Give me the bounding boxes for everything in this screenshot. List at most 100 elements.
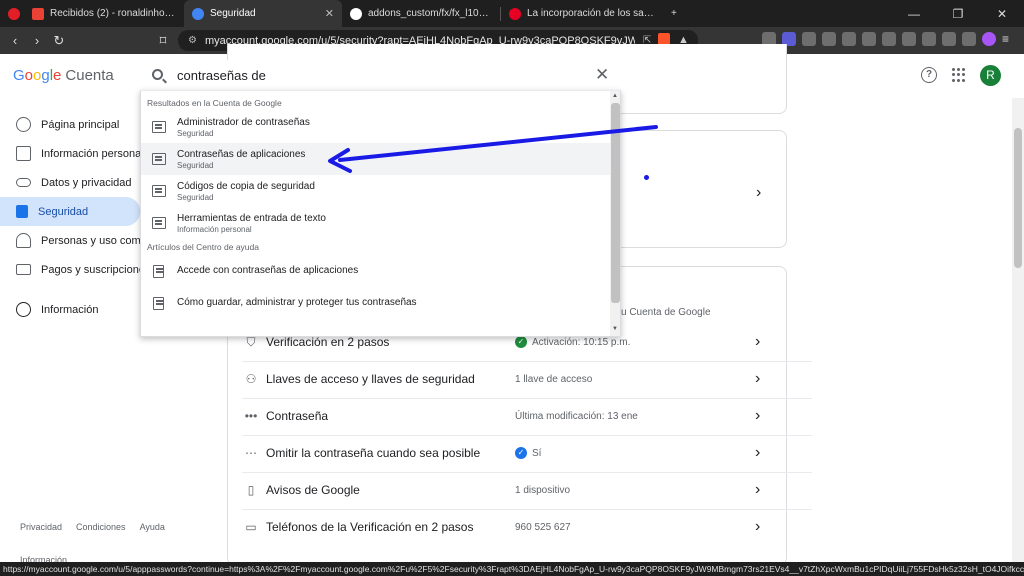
suggestion-subtitle: Información personal	[177, 225, 252, 234]
scroll-up-icon[interactable]: ▲	[612, 93, 618, 99]
chevron-right-icon[interactable]: ›	[756, 184, 761, 202]
suggestion-input-tools[interactable]: Herramientas de entrada de texto Informac…	[141, 207, 620, 239]
article-title: Cómo guardar, administrar y proteger tus…	[177, 297, 417, 308]
back-icon[interactable]: ‹	[4, 33, 26, 48]
extensions-bar: ≡	[762, 32, 1009, 46]
row-passkeys[interactable]: ⚇ Llaves de acceso y llaves de seguridad…	[242, 361, 772, 397]
settings-result-icon	[152, 153, 166, 165]
article-icon	[153, 297, 164, 310]
forward-icon[interactable]: ›	[26, 33, 48, 48]
leo-icon[interactable]	[942, 32, 956, 46]
search-input[interactable]: contraseñas de	[177, 68, 266, 83]
sidebar-item-personal-info[interactable]: Información personal	[0, 139, 140, 168]
row-value-text: Sí	[532, 447, 542, 459]
tab-gmail[interactable]: Recibidos (2) - ronaldinhofarfan3@	[24, 0, 184, 27]
row-password[interactable]: ••• Contraseña Última modificación: 13 e…	[242, 398, 772, 434]
row-skip-password[interactable]: ⋯ Omitir la contraseña cuando sea posibl…	[242, 435, 772, 471]
avatar[interactable]: R	[980, 65, 1001, 86]
chevron-right-icon: ›	[755, 481, 761, 498]
row-value: Última modificación: 13 ene	[515, 410, 638, 422]
row-label: Teléfonos de la Verificación en 2 pasos	[266, 520, 474, 534]
browser-tab-strip: Recibidos (2) - ronaldinhofarfan3@ Segur…	[0, 0, 1024, 27]
suggestion-subtitle: Seguridad	[177, 129, 214, 138]
bookmark-icon[interactable]: ⌑	[152, 33, 174, 49]
site-settings-icon[interactable]: ⚙	[188, 35, 197, 46]
article-app-passwords[interactable]: Accede con contraseñas de aplicaciones	[141, 255, 620, 287]
google-icon	[192, 7, 204, 20]
music-icon[interactable]	[862, 32, 876, 46]
check-circle-icon: ✓	[515, 336, 527, 348]
sidebar-item-label: Datos y privacidad	[41, 176, 132, 189]
suggestions-scrollbar[interactable]: ▲ ▼	[610, 91, 620, 336]
maximize-icon[interactable]: ❐	[936, 7, 980, 21]
new-tab-button[interactable]: +	[663, 0, 687, 27]
search-box[interactable]: contraseñas de ✕	[140, 60, 621, 94]
tab-github[interactable]: addons_custom/fx/fx_l10n_pe_pos_	[342, 0, 500, 27]
wallet-icon[interactable]	[922, 32, 936, 46]
tab-pinterest[interactable]: La incorporación de los saberes dig	[501, 0, 663, 27]
suggestion-title: Herramientas de entrada de texto	[177, 213, 326, 224]
apps-grid-icon[interactable]	[952, 68, 966, 82]
close-window-icon[interactable]: ✕	[980, 7, 1024, 21]
sidebar-item-data-privacy[interactable]: Datos y privacidad	[0, 168, 140, 197]
close-tab-icon[interactable]: ✕	[325, 7, 334, 20]
row-2sv-phones[interactable]: ▭ Teléfonos de la Verificación en 2 paso…	[242, 509, 772, 545]
sidebar-item-about[interactable]: Información	[0, 295, 140, 324]
password-dots-icon: •••	[244, 409, 258, 423]
privacy-link[interactable]: Privacidad	[20, 522, 62, 532]
chevron-right-icon: ›	[755, 407, 761, 424]
page-scrollbar-thumb[interactable]	[1014, 128, 1022, 268]
extension-icon[interactable]	[822, 32, 836, 46]
puzzle-icon[interactable]	[842, 32, 856, 46]
suggestion-app-passwords[interactable]: Contraseñas de aplicaciones Seguridad	[141, 143, 620, 175]
google-account-logo[interactable]: Google Cuenta	[13, 67, 114, 84]
search-icon	[152, 69, 163, 80]
minimize-icon[interactable]: —	[892, 7, 936, 21]
settings-result-icon	[152, 185, 166, 197]
suggestions-scrollbar-thumb[interactable]	[611, 103, 620, 303]
chevron-right-icon: ›	[755, 518, 761, 535]
footer-links: Privacidad Condiciones Ayuda	[20, 522, 165, 532]
article-manage-passwords[interactable]: Cómo guardar, administrar y proteger tus…	[141, 287, 620, 319]
tab-pinned[interactable]	[0, 0, 24, 27]
settings-result-icon	[152, 217, 166, 229]
suggestion-title: Administrador de contraseñas	[177, 117, 310, 128]
download-icon[interactable]	[882, 32, 896, 46]
reload-icon[interactable]: ↻	[48, 33, 70, 49]
credit-card-icon	[16, 264, 31, 275]
window-controls: — ❐ ✕	[892, 7, 1024, 21]
pinterest-icon	[509, 7, 521, 20]
profile-icon[interactable]	[982, 32, 996, 46]
row-value: ✓ Activación: 10:15 p.m.	[515, 336, 630, 348]
row-google-prompts[interactable]: ▯ Avisos de Google 1 dispositivo ›	[242, 472, 772, 508]
help-link[interactable]: Ayuda	[140, 522, 165, 532]
vpn-icon[interactable]	[962, 32, 976, 46]
suggestion-password-manager[interactable]: Administrador de contraseñas Seguridad	[141, 111, 620, 143]
suggestion-backup-codes[interactable]: Códigos de copia de seguridad Seguridad	[141, 175, 620, 207]
sidebar-item-payments[interactable]: Pagos y suscripciones	[0, 255, 140, 284]
suggestion-subtitle: Seguridad	[177, 193, 214, 202]
row-label: Omitir la contraseña cuando sea posible	[266, 446, 481, 460]
chevron-right-icon: ›	[755, 333, 761, 350]
page-scrollbar[interactable]	[1012, 98, 1024, 562]
sidebar-icon[interactable]	[902, 32, 916, 46]
close-icon[interactable]: ✕	[595, 65, 609, 85]
toggle-icon	[16, 178, 31, 187]
sidebar-item-home[interactable]: Página principal	[0, 110, 140, 139]
scroll-down-icon[interactable]: ▼	[612, 326, 618, 332]
sidebar-item-security[interactable]: Seguridad	[0, 197, 140, 226]
sidebar-item-people-sharing[interactable]: Personas y uso compartido	[0, 226, 140, 255]
help-icon[interactable]: ?	[921, 67, 937, 83]
sidebar-item-label: Personas y uso compartido	[41, 234, 140, 247]
terms-link[interactable]: Condiciones	[76, 522, 126, 532]
row-value: ✓ Sí	[515, 447, 541, 459]
menu-icon[interactable]: ≡	[1002, 32, 1009, 46]
tab-seguridad[interactable]: Seguridad ✕	[184, 0, 342, 27]
status-bar-url: https://myaccount.google.com/u/5/apppass…	[0, 562, 1024, 576]
chevron-right-icon: ›	[755, 444, 761, 461]
sidebar-divider	[0, 284, 140, 295]
sms-icon: ▭	[245, 520, 257, 534]
article-icon	[153, 265, 164, 278]
home-icon	[16, 117, 31, 132]
extension-icon[interactable]	[802, 32, 816, 46]
